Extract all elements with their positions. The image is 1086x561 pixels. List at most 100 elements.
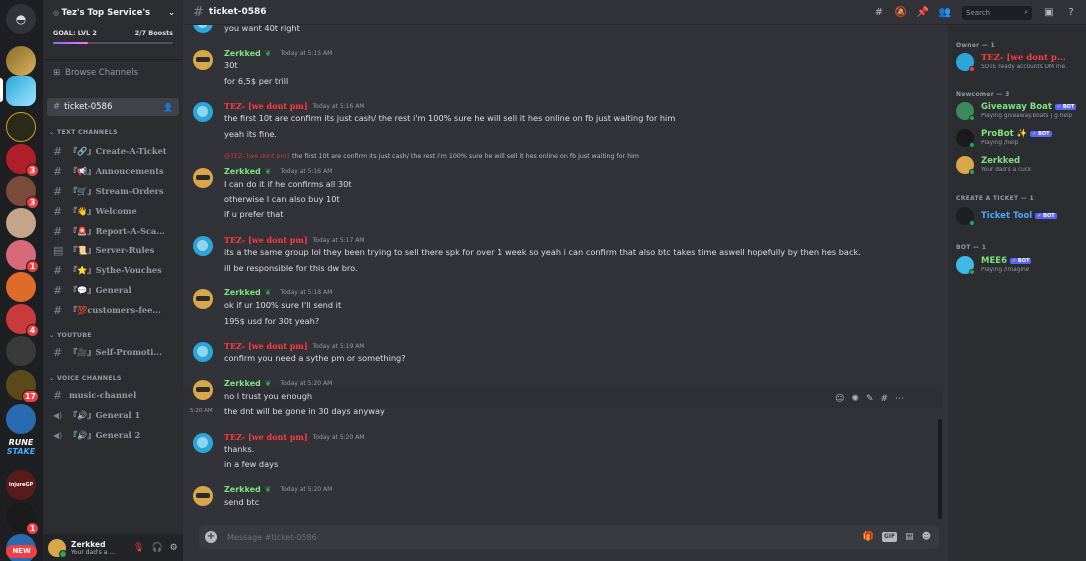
server-icon-1[interactable]	[6, 46, 36, 76]
avatar[interactable]	[193, 342, 213, 362]
super-reaction-icon[interactable]: ✺	[851, 394, 859, 404]
avatar[interactable]	[193, 433, 213, 453]
message-input[interactable]: Message #ticket-0586	[227, 533, 863, 542]
avatar[interactable]	[48, 538, 67, 558]
server-icon-12[interactable]	[6, 404, 36, 434]
text-channel[interactable]: # 『💯customers-fee...	[47, 301, 179, 319]
message-header: Zerkked ❦ Today at 5:20 AM	[224, 379, 332, 388]
inbox-icon[interactable]: ▣	[1042, 7, 1056, 18]
avatar[interactable]	[193, 236, 213, 256]
server-rail: ◓ 3 3 1 4 17 RUNE STAKE InjureGP 1 NEW	[0, 0, 43, 561]
voice-general-1[interactable]: ◀) 『🔊』General 1	[47, 406, 179, 424]
author-name[interactable]: Zerkked	[224, 379, 261, 388]
server-icon-8[interactable]	[6, 272, 36, 302]
discord-home-icon[interactable]: ◓	[6, 4, 36, 34]
author-name[interactable]: TEZ- [we dont pm]	[224, 101, 308, 111]
mute-mic-icon[interactable]: 🎙	[133, 543, 144, 553]
reply-preview[interactable]: @TEZ- [we dont pm] the first 10t are conf…	[224, 153, 639, 160]
create-thread-icon[interactable]: #	[880, 394, 888, 404]
hash-icon: #	[53, 283, 63, 297]
text-channel[interactable]: # 『⭐』Sythe-Vouches	[47, 261, 179, 279]
member-list-icon[interactable]: 👥	[938, 7, 952, 18]
server-icon-3[interactable]	[6, 112, 36, 142]
text-channel[interactable]: # 『👋』Welcome	[47, 202, 179, 220]
sticker-icon[interactable]: ▤	[905, 532, 914, 542]
add-reaction-icon[interactable]: ☺	[835, 394, 844, 404]
server-icon-15[interactable]: 1	[6, 502, 39, 535]
text-channel[interactable]: ▤ 『📜』Server-Rules	[47, 241, 179, 259]
text-channel[interactable]: # 『💬』General	[47, 281, 179, 299]
avatar[interactable]	[193, 102, 213, 122]
server-icon-10[interactable]	[6, 336, 36, 366]
category-text-channels[interactable]: ⌄ TEXT CHANNELS	[49, 129, 118, 136]
server-icon-6[interactable]	[6, 208, 36, 238]
member-row[interactable]: MEE6 ✓ BOT Playing /imagine	[956, 254, 1084, 276]
member-row[interactable]: ProBot ✨ ✓ BOT Playing /help	[956, 127, 1084, 149]
gif-button[interactable]: GIF	[881, 532, 898, 542]
search-input[interactable]: Search ⌕	[962, 5, 1032, 20]
member-row[interactable]: TEZ- [we dont p... SOTE ready accounts D…	[956, 51, 1084, 73]
channel-ticket-0586[interactable]: # ticket-0586 👤	[47, 98, 179, 116]
search-icon: ⌕	[1024, 8, 1028, 16]
user-info[interactable]: Zerkked Your dad's a ...	[71, 540, 129, 556]
unread-badge: 1	[26, 522, 39, 535]
server-icon-injuregp[interactable]: InjureGP	[6, 470, 36, 500]
author-name[interactable]: TEZ- [we dont pm]	[224, 235, 308, 245]
threads-icon[interactable]: #	[872, 7, 886, 18]
channel-label: 『📢』Annoucements	[69, 166, 164, 176]
member-row[interactable]: Zerkked Your dad's a cuck	[956, 154, 1084, 176]
guild-header[interactable]: ◎ Tez's Top Service's ⌄	[43, 0, 183, 25]
message-header: TEZ- [we dont pm] Today at 5:16 AM	[224, 101, 364, 111]
help-icon[interactable]: ?	[1064, 7, 1078, 18]
edit-icon[interactable]: ✎	[866, 394, 874, 404]
channel-label: 『👋』Welcome	[69, 206, 137, 216]
avatar[interactable]	[193, 50, 213, 70]
member-row[interactable]: Giveaway Boat ✓ BOT Playing giveaway.boat…	[956, 100, 1084, 122]
avatar[interactable]	[193, 25, 213, 33]
text-channel[interactable]: # 『📢』Annoucements	[47, 162, 179, 180]
channel-self-promotion[interactable]: # 『🎥』Self-Promoti...	[47, 343, 179, 361]
boost-goal[interactable]: GOAL: LVL 2 2/7 Boosts	[43, 25, 183, 47]
author-name[interactable]: Zerkked	[224, 49, 261, 58]
server-icon-4[interactable]: 3	[6, 144, 39, 177]
emoji-icon[interactable]: ☻	[922, 532, 931, 542]
browse-channels[interactable]: ⊞ Browse Channels	[47, 64, 179, 82]
text-channel[interactable]: # 『🔗』Create-A-Ticket	[47, 142, 179, 160]
server-icon-7[interactable]: 1	[6, 240, 39, 273]
channel-label: 『🚨』Report-A-Sca...	[69, 226, 165, 236]
server-icon-tez[interactable]	[6, 76, 36, 106]
gear-icon[interactable]: ⚙	[170, 543, 178, 553]
runestake-server-icon[interactable]: RUNE STAKE	[4, 438, 38, 456]
category-youtube[interactable]: ⌄ YOUTUBE	[49, 332, 92, 339]
pin-icon[interactable]: 📌	[916, 7, 930, 18]
author-name[interactable]: Zerkked	[224, 485, 261, 494]
upload-plus-icon[interactable]: +	[205, 531, 217, 543]
author-name[interactable]: Zerkked	[224, 167, 261, 176]
text-channel[interactable]: # 『🛒』Stream-Orders	[47, 182, 179, 200]
category-voice-channels[interactable]: ⌄ VOICE CHANNELS	[49, 375, 122, 382]
server-icon-11[interactable]: 17	[6, 370, 39, 403]
headphones-icon[interactable]: 🎧	[151, 543, 162, 553]
avatar[interactable]	[193, 168, 213, 188]
member-row[interactable]: Ticket Tool ✓ BOT	[956, 205, 1084, 227]
avatar[interactable]	[193, 380, 213, 400]
gift-icon[interactable]: 🎁	[863, 532, 874, 542]
author-name[interactable]: Zerkked	[224, 288, 261, 297]
notification-bell-muted-icon[interactable]: 🔕	[894, 7, 908, 18]
author-name[interactable]: TEZ- [we dont pm]	[224, 432, 308, 442]
avatar[interactable]	[193, 486, 213, 506]
server-icon-9[interactable]: 4	[6, 304, 39, 337]
avatar[interactable]	[193, 289, 213, 309]
scrollbar[interactable]	[938, 419, 942, 519]
voice-general-2[interactable]: ◀) 『🔊』General 2	[47, 426, 179, 444]
unread-badge: 1	[26, 260, 39, 273]
text-channel[interactable]: # 『🚨』Report-A-Sca...	[47, 222, 179, 240]
more-options-icon[interactable]: ⋯	[895, 394, 904, 404]
add-member-icon[interactable]: 👤	[163, 103, 173, 112]
channel-music[interactable]: # music-channel	[47, 386, 179, 404]
bot-tag: ✓ BOT	[1030, 130, 1052, 137]
message-composer[interactable]: + Message #ticket-0586 🎁 GIF ▤ ☻	[199, 525, 939, 549]
author-name[interactable]: TEZ- [we dont pm]	[224, 341, 308, 351]
server-icon-5[interactable]: 3	[6, 176, 39, 209]
status-online-icon	[969, 169, 975, 175]
